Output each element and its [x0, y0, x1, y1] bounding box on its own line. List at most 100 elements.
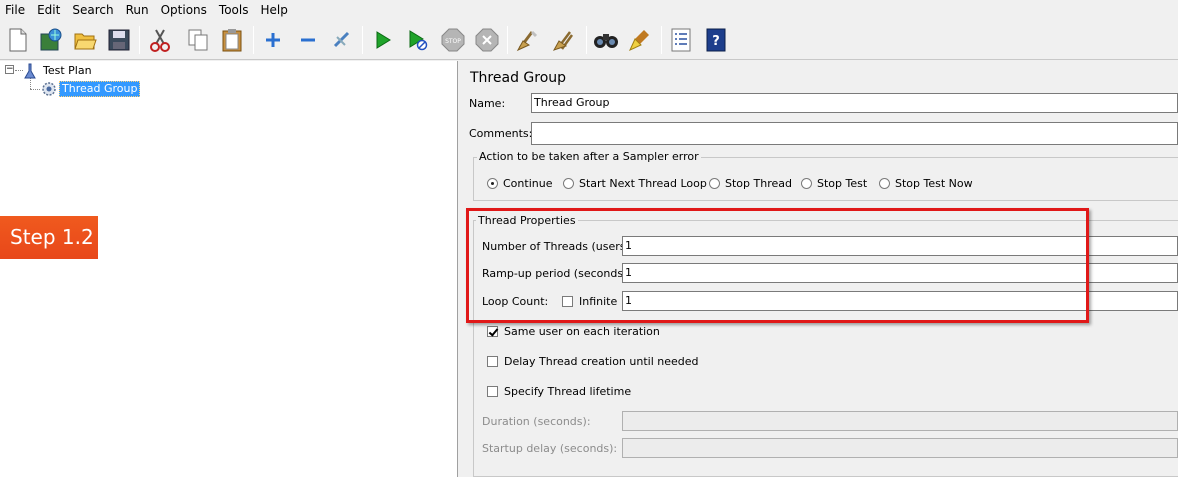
reset-search-icon: [628, 30, 649, 52]
shutdown-button[interactable]: [472, 25, 502, 55]
clear-icon: [516, 30, 538, 52]
radio-stop-test-label: Stop Test: [817, 177, 868, 190]
tree-node-thread-group[interactable]: Thread Group: [41, 81, 141, 97]
specify-lifetime-checkbox-box[interactable]: [487, 386, 498, 397]
menu-run[interactable]: Run: [121, 0, 156, 21]
radio-continue[interactable]: Continue: [487, 177, 552, 190]
loop-count-label: Loop Count:: [482, 295, 549, 308]
menu-file[interactable]: File: [0, 0, 32, 21]
function-helper-button[interactable]: [666, 25, 696, 55]
radio-start-next-thread-loop[interactable]: Start Next Thread Loop: [563, 177, 707, 190]
threads-label: Number of Threads (users):: [482, 240, 634, 253]
toggle-button[interactable]: [327, 25, 357, 55]
tree-collapse-toggle[interactable]: −: [5, 65, 14, 74]
step-badge: Step 1.2: [0, 216, 98, 259]
collapse-icon: [301, 38, 315, 42]
radio-stop-test-now-label: Stop Test Now: [895, 177, 973, 190]
save-icon: [108, 29, 130, 51]
sampler-error-group-title: Action to be taken after a Sampler error: [477, 150, 701, 163]
rampup-label: Ramp-up period (seconds):: [482, 267, 632, 280]
menu-edit[interactable]: Edit: [32, 0, 67, 21]
start-no-pauses-icon: [409, 30, 428, 51]
name-field[interactable]: Thread Group: [531, 93, 1178, 113]
help-icon: ?: [706, 28, 726, 52]
templates-icon: [40, 28, 62, 51]
threads-field[interactable]: 1: [622, 236, 1178, 256]
menu-search[interactable]: Search: [67, 0, 120, 21]
thread-group-panel: Thread Group Name: Thread Group Comments…: [465, 61, 1178, 477]
paste-icon: [222, 29, 242, 52]
expand-icon: [266, 33, 280, 47]
menu-help[interactable]: Help: [255, 0, 294, 21]
same-user-label: Same user on each iteration: [504, 325, 660, 338]
radio-stop-thread-circle[interactable]: [709, 178, 720, 189]
radio-stop-test-now-circle[interactable]: [879, 178, 890, 189]
menu-options[interactable]: Options: [156, 0, 214, 21]
clear-button[interactable]: [513, 25, 543, 55]
panel-title: Thread Group: [470, 70, 567, 86]
start-button[interactable]: [368, 25, 398, 55]
test-plan-icon: [24, 63, 36, 79]
new-button[interactable]: [3, 25, 33, 55]
start-icon: [376, 31, 391, 49]
loop-count-field[interactable]: 1: [622, 291, 1178, 311]
radio-stop-thread-label: Stop Thread: [725, 177, 792, 190]
infinite-label: Infinite: [579, 295, 618, 308]
clear-all-button[interactable]: [549, 25, 579, 55]
radio-continue-label: Continue: [503, 177, 553, 190]
search-icon: [594, 34, 618, 48]
infinite-checkbox-box[interactable]: [562, 296, 573, 307]
tree-label-test-plan: Test Plan: [43, 64, 92, 77]
radio-stop-test-now[interactable]: Stop Test Now: [879, 177, 973, 190]
help-button[interactable]: ?: [701, 25, 731, 55]
specify-lifetime-label: Specify Thread lifetime: [504, 385, 632, 398]
open-button[interactable]: [70, 25, 100, 55]
comments-label: Comments:: [469, 127, 533, 140]
delay-thread-label: Delay Thread creation until needed: [504, 355, 699, 368]
copy-icon: [188, 29, 208, 51]
radio-stop-test[interactable]: Stop Test: [801, 177, 867, 190]
thread-group-gear-icon: [42, 82, 56, 96]
menu-bar: File Edit Search Run Options Tools Help: [0, 0, 1178, 21]
stop-button[interactable]: STOP: [438, 25, 468, 55]
duration-field[interactable]: [622, 411, 1178, 431]
infinite-checkbox[interactable]: Infinite: [562, 295, 617, 308]
specify-lifetime-checkbox[interactable]: Specify Thread lifetime: [487, 385, 631, 398]
function-helper-icon: [671, 28, 691, 52]
radio-stop-test-circle[interactable]: [801, 178, 812, 189]
comments-field[interactable]: [531, 122, 1178, 145]
menu-tools[interactable]: Tools: [214, 0, 256, 21]
radio-stop-thread[interactable]: Stop Thread: [709, 177, 792, 190]
startup-delay-field[interactable]: [622, 438, 1178, 458]
test-plan-tree: − Test Plan Thread Group Step 1.2: [0, 61, 458, 477]
save-button[interactable]: [104, 25, 134, 55]
radio-start-next-circle[interactable]: [563, 178, 574, 189]
rampup-field[interactable]: 1: [622, 263, 1178, 283]
search-button[interactable]: [591, 25, 621, 55]
tree-label-thread-group: Thread Group: [59, 81, 141, 97]
templates-button[interactable]: [36, 25, 66, 55]
open-icon: [74, 33, 97, 50]
thread-properties-title: Thread Properties: [476, 214, 578, 227]
collapse-button[interactable]: [293, 25, 323, 55]
paste-button[interactable]: [217, 25, 247, 55]
reset-search-button[interactable]: [625, 25, 655, 55]
clear-all-icon: [552, 31, 574, 51]
new-icon: [9, 28, 27, 52]
delay-thread-checkbox-box[interactable]: [487, 356, 498, 367]
shutdown-icon: [475, 28, 499, 52]
radio-start-next-label: Start Next Thread Loop: [579, 177, 707, 190]
cut-button[interactable]: [145, 25, 175, 55]
delay-thread-creation-checkbox[interactable]: Delay Thread creation until needed: [487, 355, 699, 368]
start-no-pauses-button[interactable]: [403, 25, 433, 55]
expand-button[interactable]: [258, 25, 288, 55]
name-label: Name:: [469, 97, 506, 110]
svg-text:?: ?: [712, 34, 720, 49]
radio-continue-circle[interactable]: [487, 178, 498, 189]
toolbar: STOP ?: [0, 21, 1178, 60]
svg-text:STOP: STOP: [445, 38, 461, 45]
same-user-checkbox-box[interactable]: [487, 326, 498, 337]
copy-button[interactable]: [183, 25, 213, 55]
tree-node-test-plan[interactable]: Test Plan: [23, 63, 94, 79]
same-user-checkbox[interactable]: Same user on each iteration: [487, 325, 660, 338]
